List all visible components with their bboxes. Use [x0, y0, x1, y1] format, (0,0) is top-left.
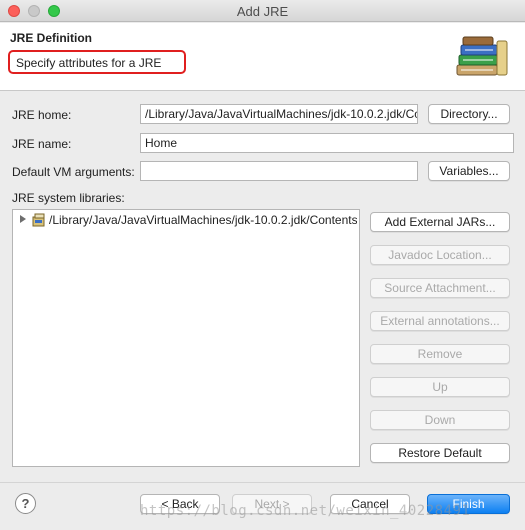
external-annotations-button[interactable]: External annotations...	[370, 311, 510, 331]
header-title: JRE Definition	[10, 31, 93, 45]
expand-arrow-icon[interactable]	[19, 214, 27, 224]
remove-button[interactable]: Remove	[370, 344, 510, 364]
javadoc-location-button[interactable]: Javadoc Location...	[370, 245, 510, 265]
source-attachment-button[interactable]: Source Attachment...	[370, 278, 510, 298]
watermark-text: https://blog.csdn.net/weixin_40228491	[140, 503, 471, 519]
restore-default-button[interactable]: Restore Default	[370, 443, 510, 463]
jre-library-books-icon	[456, 36, 508, 76]
jre-home-label: JRE home:	[12, 108, 72, 122]
system-libraries-tree[interactable]: /Library/Java/JavaVirtualMachines/jdk-10…	[12, 209, 360, 467]
add-external-jars-button[interactable]: Add External JARs...	[370, 212, 510, 232]
jre-home-input[interactable]: /Library/Java/JavaVirtualMachines/jdk-10…	[140, 104, 418, 124]
system-libraries-label: JRE system libraries:	[12, 191, 125, 205]
jre-name-label: JRE name:	[12, 137, 72, 151]
tree-item-label: /Library/Java/JavaVirtualMachines/jdk-10…	[49, 213, 357, 227]
help-icon[interactable]: ?	[15, 493, 36, 514]
tree-item-jre-library[interactable]: /Library/Java/JavaVirtualMachines/jdk-10…	[17, 212, 357, 228]
vm-arguments-input[interactable]	[140, 161, 418, 181]
vm-arguments-label: Default VM arguments:	[12, 165, 135, 179]
window-title: Add JRE	[236, 4, 289, 19]
jre-name-input[interactable]: Home	[140, 133, 514, 153]
header-message: Specify attributes for a JRE	[8, 50, 186, 74]
down-button[interactable]: Down	[370, 410, 510, 430]
up-button[interactable]: Up	[370, 377, 510, 397]
directory-button[interactable]: Directory...	[428, 104, 510, 124]
dialog-header: JRE Definition Specify attributes for a …	[0, 23, 525, 91]
add-jre-dialog: Add JRE JRE Definition Specify attribute…	[0, 0, 525, 530]
jar-library-icon	[32, 213, 45, 227]
variables-button[interactable]: Variables...	[428, 161, 510, 181]
footer-divider	[0, 482, 525, 483]
title-bar: Add JRE	[0, 0, 525, 22]
